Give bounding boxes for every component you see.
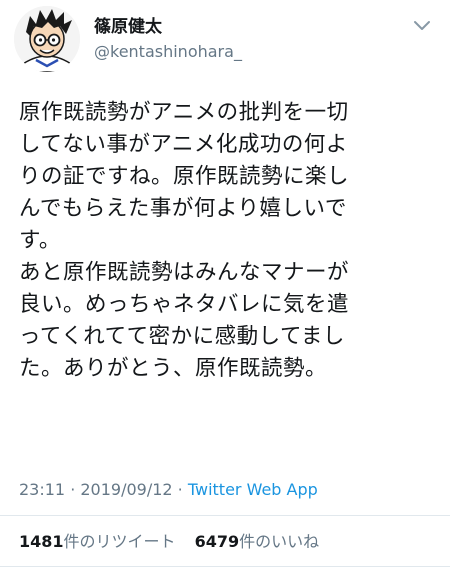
retweets-label: 件のリツイート [63,532,176,551]
author-names: 篠原健太 @kentashinohara_ [94,16,394,64]
tweet-text-line: りの証ですね。原作既読勢に楽し [19,164,350,189]
meta-separator: · [65,480,81,499]
divider [0,566,450,567]
tweet-meta: 23:11 · 2019/09/12 · Twitter Web App [19,479,318,501]
tweet-stats: 1481件のリツイート 6479件のいいね [19,531,333,553]
tweet-text-line: あと原作既読勢はみんなマナーが [19,260,350,285]
chevron-down-icon[interactable] [412,18,432,32]
tweet-text-line: ってくれてて密かに感動してまし [19,324,345,349]
author-handle[interactable]: @kentashinohara_ [94,40,394,64]
likes-count: 6479 [194,532,240,551]
tweet-text: 原作既読勢がアニメの批判を一切 してない事がアニメ化成功の何よ りの証ですね。原… [19,97,439,385]
tweet-text-line: た。ありがとう、原作既読勢。 [19,356,328,381]
retweets-stat[interactable]: 1481件のリツイート [19,532,176,551]
meta-separator: · [172,480,188,499]
tweet-text-line: す。 [19,228,61,253]
likes-stat[interactable]: 6479件のいいね [195,532,320,551]
author-display-name[interactable]: 篠原健太 [94,16,394,38]
tweet-source-link[interactable]: Twitter Web App [188,480,318,499]
avatar-icon [14,6,80,72]
tweet-text-line: 良い。めっちゃネタバレに気を遣 [19,292,350,317]
tweet-detail: 篠原健太 @kentashinohara_ 原作既読勢がアニメの批判を一切 して… [0,0,450,571]
retweets-count: 1481 [19,532,64,551]
likes-label: 件のいいね [239,532,320,551]
tweet-header: 篠原健太 @kentashinohara_ [14,6,436,72]
tweet-date[interactable]: 2019/09/12 [80,480,172,499]
tweet-time[interactable]: 23:11 [19,480,65,499]
tweet-text-line: んでもらえた事が何より嬉しいで [19,196,347,221]
tweet-text-line: 原作既読勢がアニメの批判を一切 [19,100,349,125]
tweet-text-line: してない事がアニメ化成功の何よ [19,132,348,157]
divider [0,515,450,516]
avatar[interactable] [14,6,80,72]
